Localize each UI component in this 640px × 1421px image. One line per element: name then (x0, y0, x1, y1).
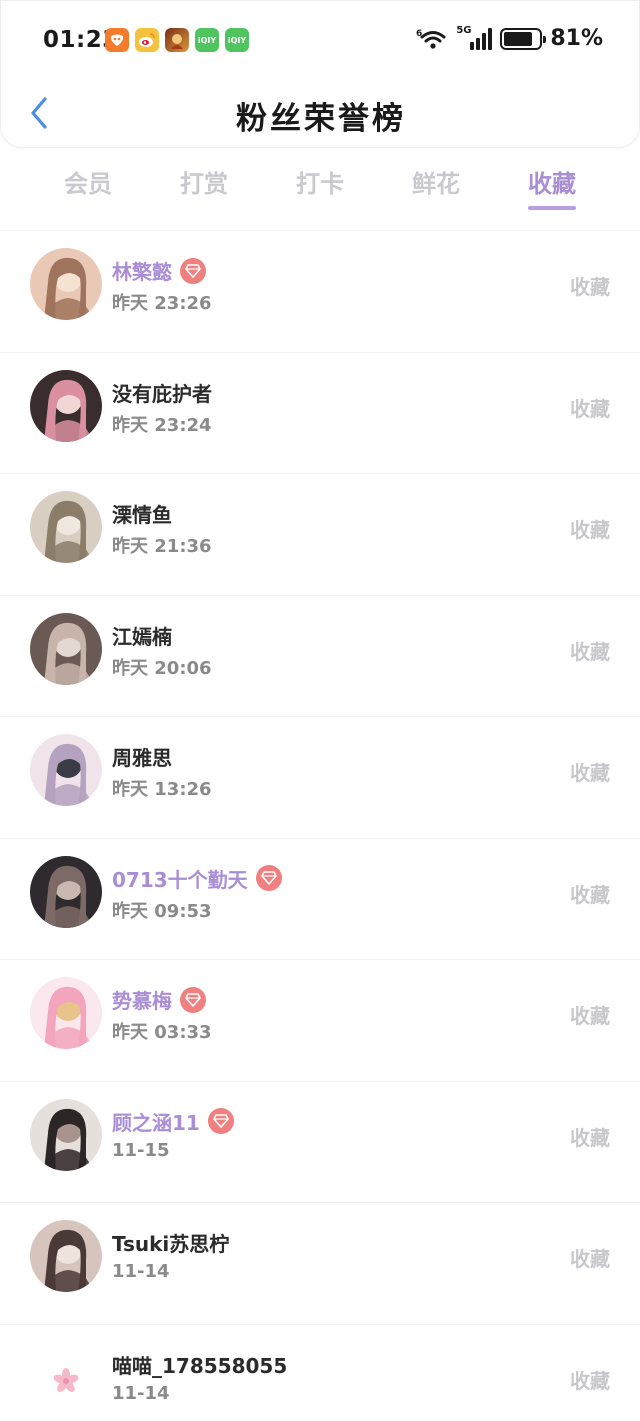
iqiyi-icon: iQIY (195, 28, 219, 52)
favorite-tag: 收藏 (570, 275, 610, 299)
name-line: 林檠懿 (112, 256, 206, 285)
name-line: 没有庇护者 (112, 378, 212, 407)
fan-name: 0713十个勤天 (112, 867, 248, 892)
favorite-tag: 收藏 (570, 761, 610, 785)
name-line: 顾之涵11 (112, 1107, 234, 1136)
fan-time: 11-15 (112, 1139, 170, 1161)
notification-icons: iQIY iQIY (105, 28, 249, 52)
tab-bar: 会员 打赏 打卡 鲜花 收藏 (30, 158, 610, 214)
fan-name: 顾之涵11 (112, 1110, 200, 1135)
favorite-tag: 收藏 (570, 396, 610, 421)
favorite-tag: 收藏 (570, 518, 610, 542)
fan-time: 昨天 21:36 (112, 536, 212, 557)
wifi-icon: 6 (416, 29, 446, 49)
signal-icon (470, 27, 493, 50)
tab-tip[interactable]: 打赏 (146, 158, 262, 214)
fan-row[interactable]: 林檠懿 昨天 23:26 收藏 (0, 230, 640, 352)
fan-row[interactable]: 喵喵_178558055 11-14 收藏 (0, 1323, 640, 1421)
fan-row[interactable]: 势慕梅 昨天 03:33 收藏 (0, 959, 640, 1081)
avatar[interactable] (30, 1098, 102, 1171)
battery-percent: 81% (550, 26, 603, 51)
tab-favorite[interactable]: 收藏 (494, 158, 610, 214)
weibo-icon (135, 28, 159, 52)
name-line: 溧情鱼 (112, 499, 172, 528)
tab-checkin[interactable]: 打卡 (262, 158, 378, 214)
avatar[interactable] (30, 1220, 102, 1292)
avatar[interactable] (30, 977, 102, 1049)
tab-member[interactable]: 会员 (30, 158, 146, 214)
fan-time: 昨天 09:53 (112, 900, 212, 922)
fan-name: 周雅思 (112, 746, 172, 770)
fan-time: 昨天 23:24 (112, 414, 212, 436)
fan-name: 江嫣楠 (112, 624, 172, 649)
header-card: 01:23 iQIY iQIY 6 5G 81% 粉丝荣誉榜 (0, 0, 640, 148)
fan-time: 昨天 23:26 (112, 293, 212, 314)
name-line: 喵喵_178558055 (112, 1350, 287, 1379)
fan-row[interactable]: 没有庇护者 昨天 23:24 收藏 (0, 351, 640, 474)
cellular-signal: 5G (456, 25, 493, 51)
fan-row[interactable]: 溧情鱼 昨天 21:36 收藏 (0, 473, 640, 595)
name-line: 周雅思 (112, 742, 172, 771)
fan-name: 溧情鱼 (112, 503, 172, 527)
fan-row[interactable]: 周雅思 昨天 13:26 收藏 (0, 716, 640, 838)
avatar[interactable] (30, 734, 102, 806)
iqiyi-label: iQIY (227, 35, 247, 45)
system-icons: 6 5G 81% (416, 25, 603, 52)
tab-flower[interactable]: 鲜花 (378, 158, 494, 214)
favorite-tag: 收藏 (570, 1368, 610, 1393)
iqiyi-icon: iQIY (225, 28, 249, 52)
fan-name: 喵喵_178558055 (112, 1353, 288, 1378)
fan-name: Tsuki苏思柠 (112, 1232, 230, 1256)
name-line: 势慕梅 (112, 985, 206, 1014)
battery-icon (500, 27, 547, 50)
page-title: 粉丝荣誉榜 (236, 101, 406, 137)
avatar[interactable] (30, 1341, 102, 1414)
fan-row[interactable]: 0713十个勤天 昨天 09:53 收藏 (0, 837, 640, 960)
avatar[interactable] (30, 612, 102, 685)
vip-diamond-icon (180, 986, 206, 1013)
fan-list: 林檠懿 昨天 23:26 收藏 没有庇护者 昨天 23:24 收藏 溧情鱼 昨天… (0, 230, 640, 1421)
favorite-tag: 收藏 (570, 1247, 610, 1271)
fan-time: 11-14 (112, 1382, 170, 1404)
vip-diamond-icon (255, 865, 282, 891)
avatar[interactable] (30, 248, 102, 320)
name-line: Tsuki苏思柠 (112, 1228, 229, 1257)
fan-time: 昨天 20:06 (112, 657, 212, 679)
fan-row[interactable]: 顾之涵11 11-15 收藏 (0, 1080, 640, 1203)
game-icon (165, 28, 189, 52)
favorite-tag: 收藏 (570, 1125, 610, 1150)
avatar[interactable] (30, 491, 102, 563)
fan-name: 势慕梅 (112, 989, 172, 1013)
fan-name: 林檠懿 (112, 260, 172, 284)
favorite-tag: 收藏 (570, 882, 610, 907)
favorite-tag: 收藏 (570, 639, 610, 664)
fan-time: 11-14 (112, 1261, 170, 1282)
iqiyi-label: iQIY (197, 35, 217, 45)
vip-diamond-icon (207, 1108, 234, 1134)
fan-row[interactable]: Tsuki苏思柠 11-14 收藏 (0, 1202, 640, 1324)
avatar[interactable] (30, 369, 102, 442)
nav-bar: 粉丝荣誉榜 (1, 83, 640, 143)
favorite-tag: 收藏 (570, 1004, 610, 1028)
taobao-icon (105, 28, 129, 52)
fan-time: 昨天 03:33 (112, 1022, 212, 1043)
battery-fill (504, 31, 532, 46)
status-bar: 01:23 iQIY iQIY 6 5G 81% (1, 19, 640, 63)
name-line: 江嫣楠 (112, 621, 172, 650)
fan-name: 没有庇护者 (112, 381, 212, 406)
name-line: 0713十个勤天 (112, 864, 282, 893)
fan-time: 昨天 13:26 (112, 779, 212, 800)
vip-diamond-icon (180, 257, 206, 284)
avatar[interactable] (30, 855, 102, 928)
fan-row[interactable]: 江嫣楠 昨天 20:06 收藏 (0, 594, 640, 717)
